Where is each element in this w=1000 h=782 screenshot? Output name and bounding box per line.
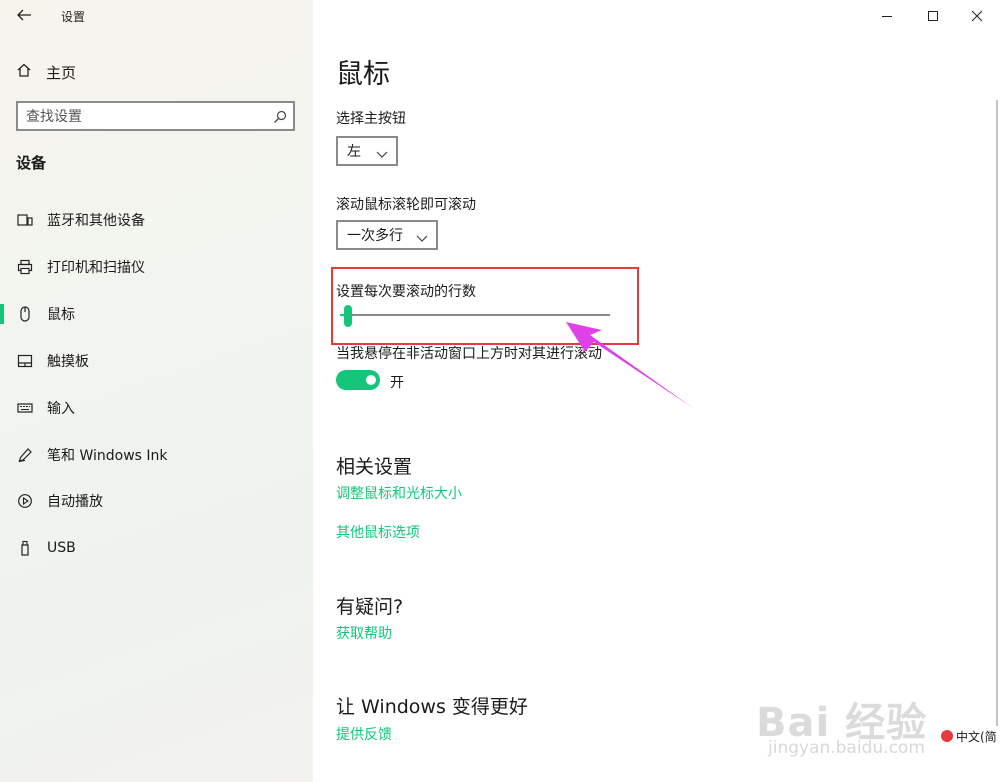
printer-icon	[16, 259, 34, 275]
search-icon[interactable]	[273, 109, 287, 128]
ime-indicator[interactable]: 中文(简	[938, 726, 1000, 746]
sidebar-item-label: 蓝牙和其他设备	[47, 213, 145, 229]
lines-slider-thumb[interactable]	[344, 305, 353, 327]
minimize-icon	[881, 7, 893, 26]
maximize-icon	[927, 7, 939, 26]
primary-button-dropdown[interactable]: 左	[336, 136, 398, 166]
home-icon	[16, 62, 32, 82]
link-other-mouse-options[interactable]: 其他鼠标选项	[336, 522, 420, 542]
lines-slider-label: 设置每次要滚动的行数	[336, 284, 476, 300]
mouse-icon	[16, 306, 34, 322]
toggle-knob	[366, 375, 376, 385]
title-bar: 设置	[0, 0, 1000, 32]
window-title: 设置	[61, 10, 86, 24]
sidebar-item-typing[interactable]: 输入	[0, 388, 313, 428]
bluetooth-devices-icon	[16, 212, 34, 228]
scrollbar[interactable]	[996, 100, 998, 740]
touchpad-icon	[16, 353, 34, 369]
close-icon	[971, 7, 983, 26]
feedback-title: 让 Windows 变得更好	[336, 696, 528, 718]
home-label: 主页	[46, 63, 77, 82]
ime-label: 中文(简	[956, 729, 997, 744]
back-button[interactable]	[10, 4, 38, 28]
sidebar-item-bluetooth[interactable]: 蓝牙和其他设备	[0, 200, 313, 240]
minimize-button[interactable]	[864, 0, 910, 32]
sidebar-item-label: 鼠标	[47, 307, 75, 323]
toggle-state-label: 开	[390, 375, 404, 391]
back-arrow-icon	[16, 7, 32, 26]
sidebar: 主页 设备 蓝牙和其他设备 打印机和扫描仪 鼠标 触摸板	[0, 0, 313, 782]
wheel-scroll-label: 滚动鼠标滚轮即可滚动	[336, 197, 476, 213]
chevron-down-icon	[376, 147, 388, 163]
related-settings-title: 相关设置	[336, 456, 413, 478]
link-get-help[interactable]: 获取帮助	[336, 623, 392, 643]
link-give-feedback[interactable]: 提供反馈	[336, 724, 392, 744]
search-box[interactable]	[16, 101, 295, 131]
watermark-url: jingyan.baidu.com	[768, 738, 925, 758]
wheel-scroll-dropdown[interactable]: 一次多行	[336, 220, 438, 250]
dropdown-value: 一次多行	[347, 228, 403, 244]
main-panel	[313, 0, 1000, 782]
maximize-button[interactable]	[910, 0, 956, 32]
sidebar-item-printers[interactable]: 打印机和扫描仪	[0, 247, 313, 287]
sidebar-item-usb[interactable]: USB	[0, 528, 313, 568]
ime-logo-icon	[941, 730, 953, 742]
pen-icon	[16, 447, 34, 463]
autoplay-icon	[16, 493, 34, 509]
inactive-scroll-label: 当我悬停在非活动窗口上方时对其进行滚动	[336, 346, 602, 362]
sidebar-item-label: 自动播放	[47, 494, 103, 510]
sidebar-item-autoplay[interactable]: 自动播放	[0, 481, 313, 521]
sidebar-item-touchpad[interactable]: 触摸板	[0, 341, 313, 381]
close-button[interactable]	[954, 0, 1000, 32]
lines-slider-track[interactable]	[340, 314, 610, 316]
sidebar-item-label: 笔和 Windows Ink	[47, 448, 168, 464]
usb-icon	[16, 540, 34, 556]
page-title: 鼠标	[336, 59, 390, 90]
section-title: 设备	[16, 154, 47, 172]
home-nav-item[interactable]: 主页	[16, 60, 76, 84]
sidebar-item-label: 触摸板	[47, 354, 89, 370]
keyboard-icon	[16, 400, 34, 416]
sidebar-item-label: USB	[47, 540, 76, 556]
dropdown-value: 左	[347, 144, 361, 160]
chevron-down-icon	[416, 231, 428, 247]
search-input[interactable]	[26, 106, 256, 128]
sidebar-item-label: 打印机和扫描仪	[47, 260, 145, 276]
primary-button-label: 选择主按钮	[336, 111, 406, 127]
sidebar-item-label: 输入	[47, 401, 75, 417]
sidebar-item-pen[interactable]: 笔和 Windows Ink	[0, 435, 313, 475]
questions-title: 有疑问?	[336, 596, 404, 618]
link-adjust-cursor-size[interactable]: 调整鼠标和光标大小	[336, 483, 462, 503]
sidebar-item-mouse[interactable]: 鼠标	[0, 294, 313, 334]
inactive-scroll-toggle[interactable]	[336, 370, 380, 390]
